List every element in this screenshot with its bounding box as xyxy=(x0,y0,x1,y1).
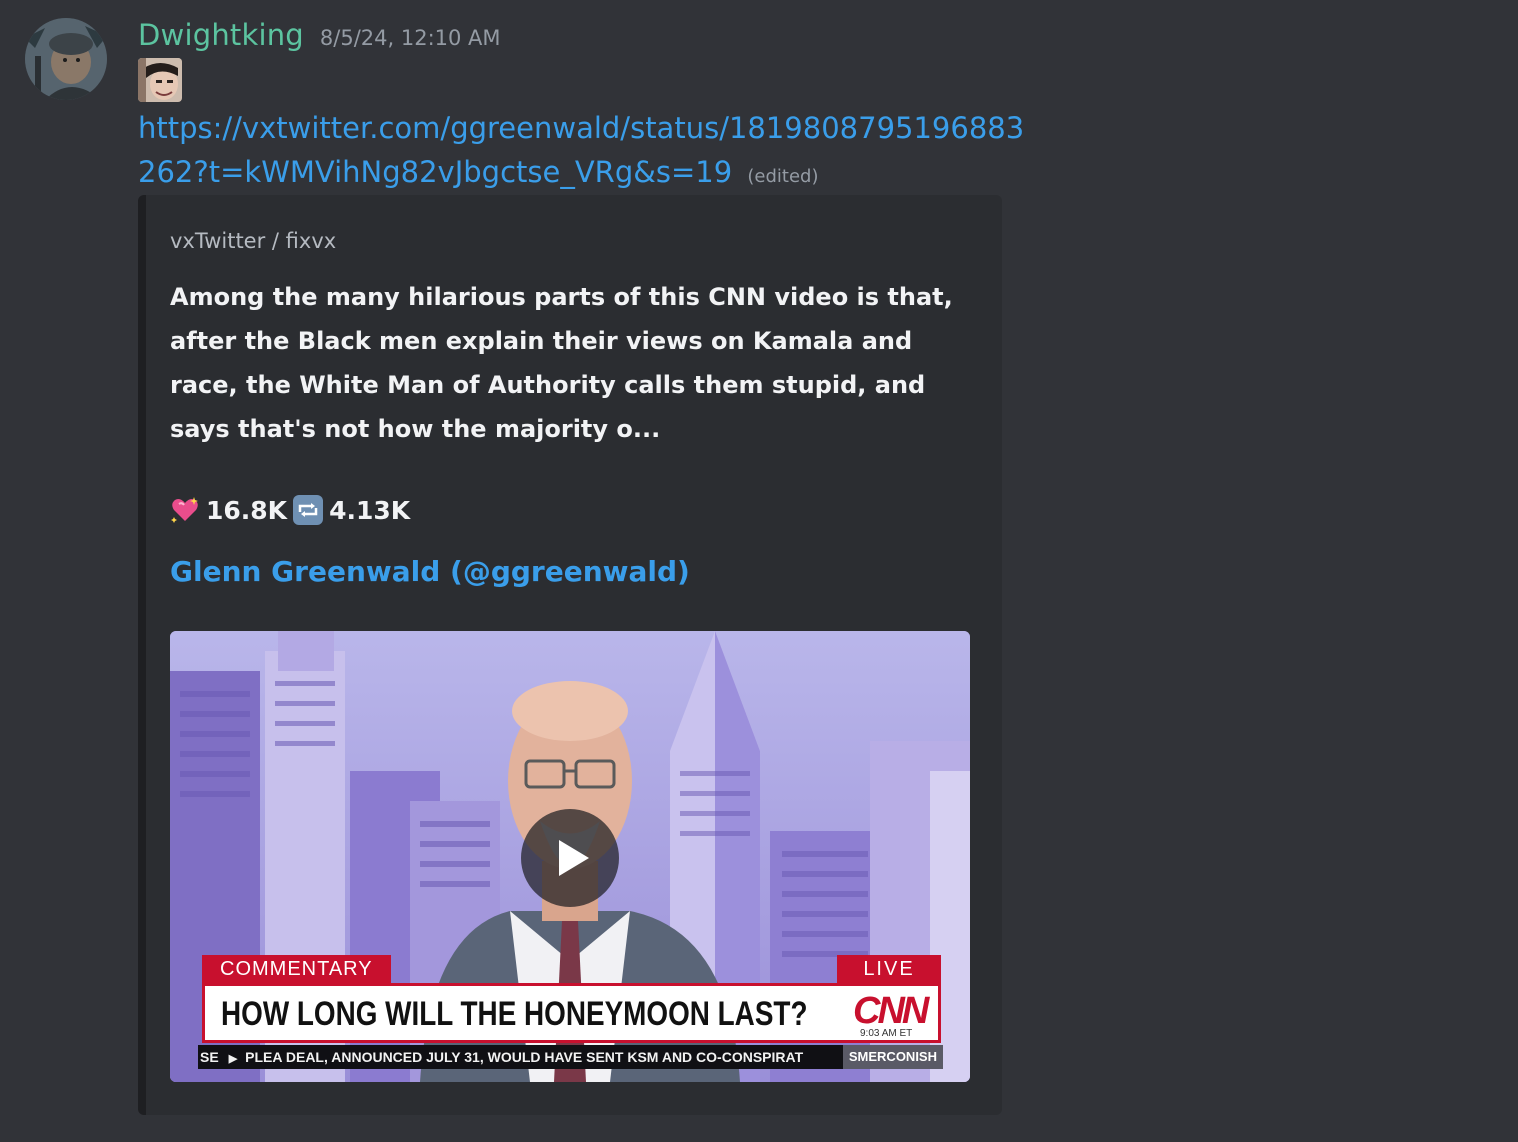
live-badge: LIVE xyxy=(837,955,941,983)
sparkling-heart-icon xyxy=(170,495,200,525)
news-ticker: SE ▶ PLEA DEAL, ANNOUNCED JULY 31, WOULD H… xyxy=(198,1045,943,1069)
chyron-category-tag: COMMENTARY xyxy=(202,955,391,983)
username[interactable]: Dwightking xyxy=(138,18,304,52)
retweet-icon xyxy=(293,495,324,525)
video-thumbnail[interactable]: COMMENTARY LIVE HOW LONG WILL THE HONEYM… xyxy=(170,631,970,1082)
tweet-link[interactable]: https://vxtwitter.com/ggreenwald/status/… xyxy=(138,111,1024,189)
ticker-lead: SE xyxy=(200,1049,219,1065)
message-header: Dwightking 8/5/24, 12:10 AM xyxy=(138,18,501,58)
ticker-arrow-icon: ▶ xyxy=(228,1053,238,1065)
play-icon xyxy=(559,840,589,876)
cnn-logo: CNN xyxy=(853,990,929,1032)
avatar-image xyxy=(25,18,107,100)
embed-author-link[interactable]: Glenn Greenwald (@ggreenwald) xyxy=(170,555,690,588)
link-embed: vxTwitter / fixvx Among the many hilario… xyxy=(138,195,1002,1115)
embed-stats: 16.8K 4.13K xyxy=(170,495,410,525)
likes-count: 16.8K xyxy=(206,495,288,525)
play-button[interactable] xyxy=(521,809,619,907)
chyron-headline-bar: HOW LONG WILL THE HONEYMOON LAST? CNN 9:… xyxy=(202,983,941,1043)
show-name-badge: SMERCONISH xyxy=(842,1045,943,1069)
chyron-headline: HOW LONG WILL THE HONEYMOON LAST? xyxy=(221,995,808,1033)
embed-provider: vxTwitter / fixvx xyxy=(170,229,337,253)
message-content: https://vxtwitter.com/ggreenwald/status/… xyxy=(138,106,1038,199)
retweets-count: 4.13K xyxy=(329,495,411,525)
custom-emoji xyxy=(138,58,182,102)
chat-message: Dwightking 8/5/24, 12:10 AM https://vxtw… xyxy=(0,0,1518,1142)
ticker-text: PLEA DEAL, ANNOUNCED JULY 31, WOULD HAVE… xyxy=(245,1049,804,1065)
user-avatar[interactable] xyxy=(25,18,107,100)
edited-label: (edited) xyxy=(747,166,819,187)
message-timestamp: 8/5/24, 12:10 AM xyxy=(319,26,501,50)
broadcast-time: 9:03 AM ET xyxy=(860,1028,913,1039)
embed-description: Among the many hilarious parts of this C… xyxy=(170,283,953,443)
